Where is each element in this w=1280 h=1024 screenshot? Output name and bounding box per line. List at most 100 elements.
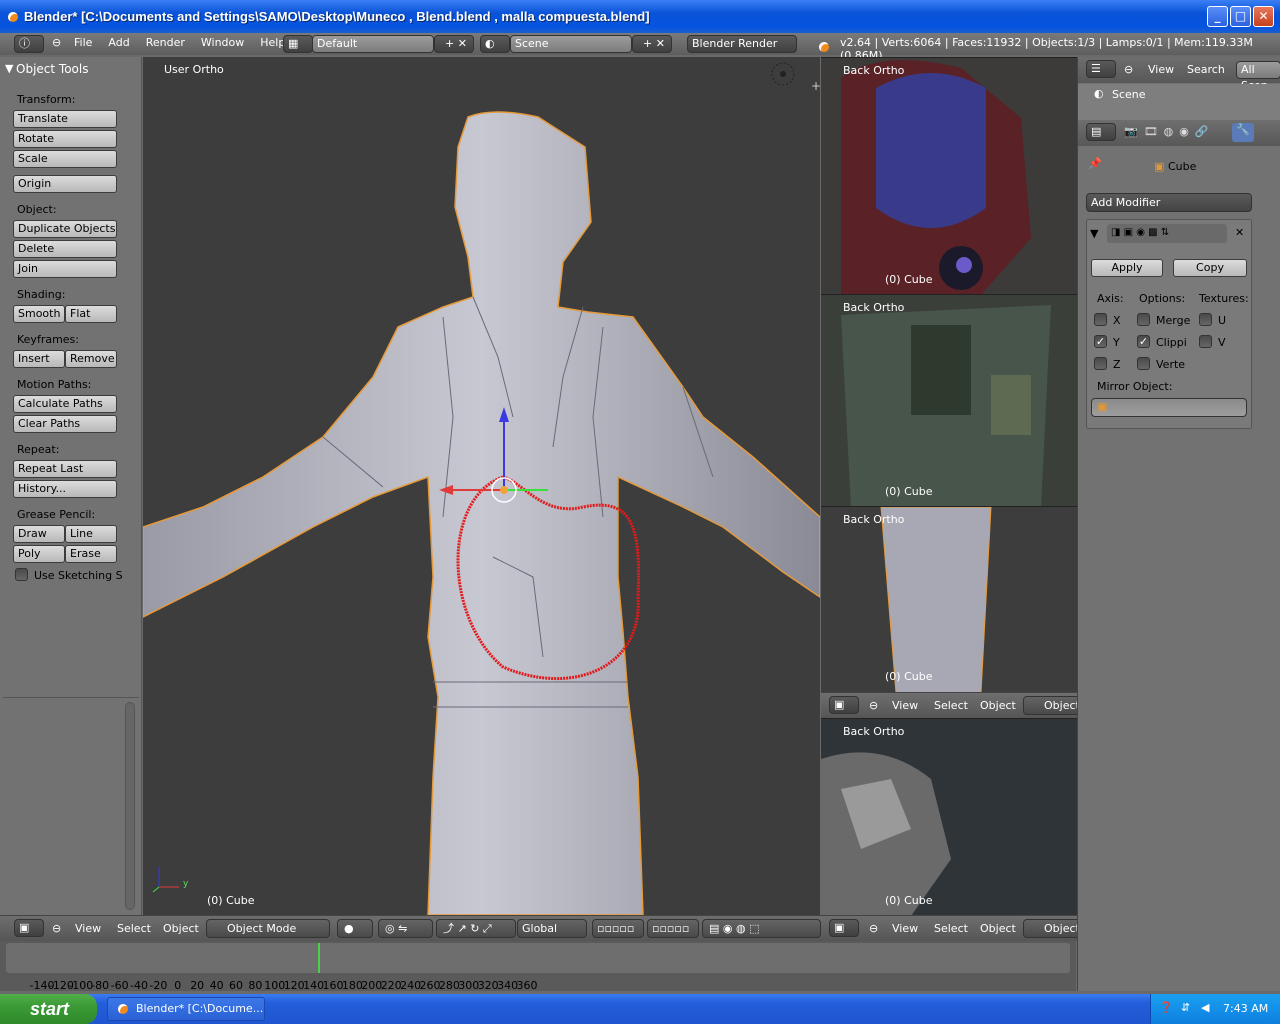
scene-add-remove[interactable]: + ✕ bbox=[632, 35, 672, 53]
modifier-toggle-icons[interactable]: ◨ ▣ ◉ ▩ ⇅ bbox=[1107, 224, 1227, 243]
vertex-groups-checkbox[interactable] bbox=[1137, 357, 1150, 370]
close-button[interactable]: ✕ bbox=[1253, 6, 1274, 27]
side-mode-selector-1[interactable]: Object bbox=[1023, 696, 1083, 715]
render-engine-select[interactable]: Blender Render bbox=[687, 35, 797, 53]
scene-selector[interactable]: Scene bbox=[510, 35, 632, 53]
toolshelf-scrollbar[interactable] bbox=[125, 702, 135, 910]
smooth-button[interactable]: Smooth bbox=[13, 305, 65, 323]
outliner-scene-item[interactable]: Scene bbox=[1112, 88, 1146, 101]
merge-checkbox[interactable] bbox=[1137, 313, 1150, 326]
layer-buttons-2[interactable]: ▫▫▫▫▫ bbox=[647, 919, 699, 938]
orientation-selector[interactable]: Global bbox=[517, 919, 587, 938]
properties-editor-type[interactable]: ▤ bbox=[1086, 123, 1116, 141]
layout-selector[interactable]: Default bbox=[312, 35, 434, 53]
taskbar-blender-item[interactable]: Blender* [C:\Docume... bbox=[107, 997, 265, 1021]
menu-file[interactable]: File bbox=[66, 36, 100, 49]
side-menu-view-2[interactable]: View bbox=[892, 922, 918, 935]
viewport-menu-object[interactable]: Object bbox=[163, 922, 199, 935]
side-menu-object-2[interactable]: Object bbox=[980, 922, 1016, 935]
side-editor-type-2[interactable]: ▣ bbox=[829, 919, 859, 937]
pivot-selector[interactable]: ◎ ⇋ bbox=[378, 919, 433, 938]
side-menu-view-1[interactable]: View bbox=[892, 699, 918, 712]
side-collapse-icon-1[interactable]: ⊖ bbox=[869, 699, 878, 712]
viewport-menu-select[interactable]: Select bbox=[117, 922, 151, 935]
start-button[interactable]: start bbox=[0, 994, 97, 1024]
copy-button[interactable]: Copy bbox=[1173, 259, 1247, 277]
remove-keyframe-button[interactable]: Remove bbox=[65, 350, 117, 368]
side-menu-select-1[interactable]: Select bbox=[934, 699, 968, 712]
properties-tab-icons[interactable]: 📷🎞◍◉🔗 bbox=[1124, 125, 1215, 138]
side-menu-select-2[interactable]: Select bbox=[934, 922, 968, 935]
flat-button[interactable]: Flat bbox=[65, 305, 117, 323]
axis-x-checkbox[interactable] bbox=[1094, 313, 1107, 326]
outliner-editor-type[interactable]: ☰ bbox=[1086, 60, 1116, 78]
translate-button[interactable]: Translate bbox=[13, 110, 117, 128]
pin-icon[interactable]: 📌 bbox=[1088, 157, 1102, 170]
outliner-collapse-icon[interactable]: ⊖ bbox=[1124, 63, 1133, 76]
outliner-menu-view[interactable]: View bbox=[1148, 63, 1174, 76]
line-button[interactable]: Line bbox=[65, 525, 117, 543]
repeat-last-button[interactable]: Repeat Last bbox=[13, 460, 117, 478]
modifier-expand-icon[interactable]: ▼ bbox=[1090, 227, 1098, 240]
erase-button[interactable]: Erase bbox=[65, 545, 117, 563]
collapse-icon[interactable]: ⊖ bbox=[52, 36, 61, 49]
side-viewport-2[interactable]: Back Ortho (0) Cube bbox=[821, 294, 1077, 506]
maximize-button[interactable]: □ bbox=[1230, 6, 1251, 27]
menu-window[interactable]: Window bbox=[193, 36, 252, 49]
snap-and-render-buttons[interactable]: ▤ ◉ ◍ ⬚ bbox=[702, 919, 821, 938]
mirror-object-field[interactable]: ▣ bbox=[1091, 398, 1247, 417]
side-collapse-icon-2[interactable]: ⊖ bbox=[869, 922, 878, 935]
apply-button[interactable]: Apply bbox=[1091, 259, 1163, 277]
origin-button[interactable]: Origin bbox=[13, 175, 117, 193]
shading-selector[interactable]: ● bbox=[337, 919, 373, 938]
panel-collapse-icon[interactable]: ▼ bbox=[5, 62, 13, 75]
viewport-collapse-icon[interactable]: ⊖ bbox=[52, 922, 61, 935]
history-button[interactable]: History... bbox=[13, 480, 117, 498]
layout-add-remove[interactable]: + ✕ bbox=[434, 35, 474, 53]
menu-add[interactable]: Add bbox=[100, 36, 137, 49]
texture-u-checkbox[interactable] bbox=[1199, 313, 1212, 326]
scene-icon[interactable]: ◐ bbox=[480, 35, 510, 53]
axis-z-checkbox[interactable] bbox=[1094, 357, 1107, 370]
manipulator-buttons[interactable]: ⤴ ↗ ↻ ⤢ bbox=[436, 919, 516, 938]
draw-button[interactable]: Draw bbox=[13, 525, 65, 543]
layer-buttons-1[interactable]: ▫▫▫▫▫ bbox=[592, 919, 644, 938]
timeline[interactable]: -140 -120 -100 -80 -60 -40 -20 0 20 40 60 80 100 120 1… bbox=[0, 941, 1076, 992]
layout-icon[interactable]: ▦ bbox=[283, 35, 313, 53]
current-frame-marker[interactable] bbox=[318, 943, 320, 973]
side-viewport-4[interactable]: Back Ortho (0) Cube bbox=[821, 718, 1077, 915]
side-editor-type-1[interactable]: ▣ bbox=[829, 696, 859, 714]
menu-render[interactable]: Render bbox=[138, 36, 193, 49]
poly-button[interactable]: Poly bbox=[13, 545, 65, 563]
minimize-button[interactable]: _ bbox=[1207, 6, 1228, 27]
side-menu-object-1[interactable]: Object bbox=[980, 699, 1016, 712]
side-viewport-3[interactable]: Back Ortho (0) Cube bbox=[821, 506, 1077, 692]
modifier-tab-icon[interactable]: 🔧 bbox=[1232, 123, 1254, 142]
help-tray-icon[interactable]: ❓ bbox=[1159, 1001, 1173, 1014]
character-mesh[interactable]: y + bbox=[143, 57, 820, 915]
volume-tray-icon[interactable]: ◀ bbox=[1201, 1001, 1209, 1014]
insert-keyframe-button[interactable]: Insert bbox=[13, 350, 65, 368]
network-tray-icon[interactable]: ⇵ bbox=[1181, 1001, 1190, 1014]
axis-y-checkbox[interactable]: ✓ bbox=[1094, 335, 1107, 348]
outliner-menu-search[interactable]: Search bbox=[1187, 63, 1225, 76]
delete-button[interactable]: Delete bbox=[13, 240, 117, 258]
add-modifier-menu[interactable]: Add Modifier bbox=[1086, 193, 1252, 212]
viewport-editor-type[interactable]: ▣ bbox=[14, 919, 44, 937]
editor-type-menu[interactable]: ⓘ bbox=[14, 35, 44, 53]
duplicate-objects-button[interactable]: Duplicate Objects bbox=[13, 220, 117, 238]
outliner-filter-select[interactable]: All Scen bbox=[1236, 61, 1280, 92]
rotate-button[interactable]: Rotate bbox=[13, 130, 117, 148]
scale-button[interactable]: Scale bbox=[13, 150, 117, 168]
use-sketching-checkbox[interactable] bbox=[15, 568, 28, 581]
calculate-paths-button[interactable]: Calculate Paths bbox=[13, 395, 117, 413]
side-viewport-1[interactable]: Back Ortho (0) Cube bbox=[821, 57, 1077, 294]
viewport-menu-view[interactable]: View bbox=[75, 922, 101, 935]
clipping-checkbox[interactable]: ✓ bbox=[1137, 335, 1150, 348]
mode-selector[interactable]: Object Mode bbox=[206, 919, 330, 938]
modifier-remove-icon[interactable]: ✕ bbox=[1235, 226, 1244, 239]
texture-v-checkbox[interactable] bbox=[1199, 335, 1212, 348]
join-button[interactable]: Join bbox=[13, 260, 117, 278]
side-mode-selector-2[interactable]: Object bbox=[1023, 919, 1083, 938]
object-tools-title[interactable]: Object Tools bbox=[16, 62, 88, 76]
